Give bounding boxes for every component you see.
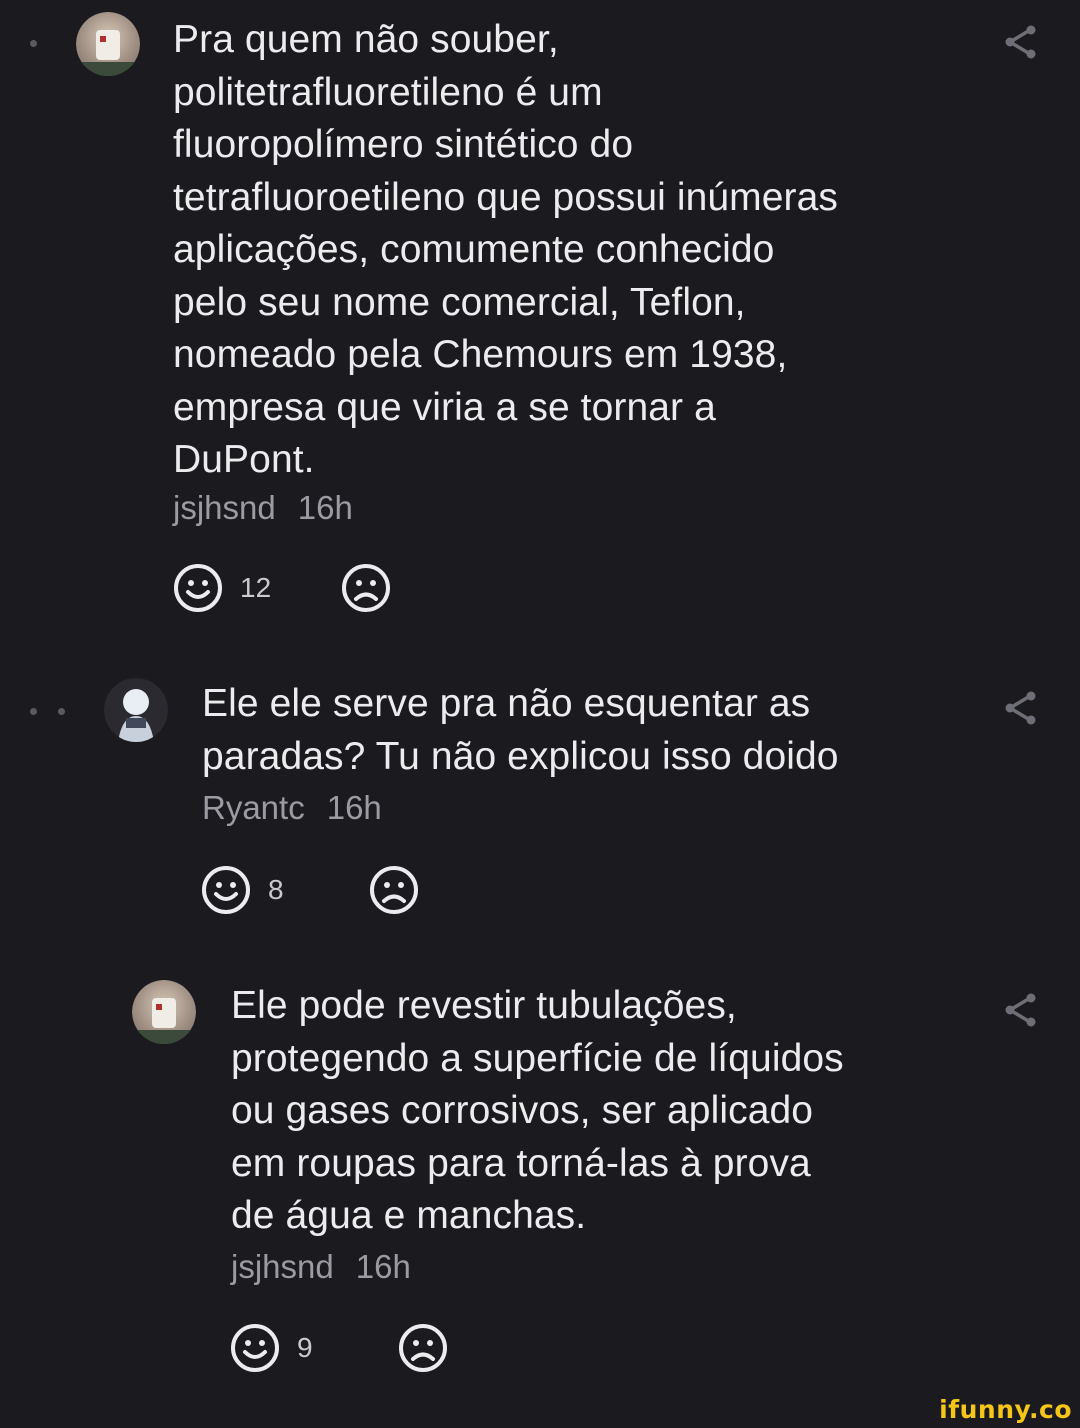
like-reaction[interactable]: 9 [229,1322,449,1374]
share-icon[interactable] [1001,990,1041,1030]
comments-screen: Pra quem não souber, politetrafluoretile… [0,0,1080,1428]
frown-icon[interactable] [340,562,392,614]
frown-icon[interactable] [368,864,420,916]
like-reaction[interactable]: 12 [172,562,392,614]
ifunny-watermark: ifunny.co [939,1395,1072,1424]
avatar-icon [104,678,168,742]
share-icon[interactable] [1001,22,1041,62]
comment-text: Ele ele serve pra não esquentar as parad… [202,682,839,778]
comment-meta: jsjhsnd 16h [173,488,353,528]
timestamp: 16h [326,789,382,826]
share-icon[interactable] [1001,688,1041,728]
username[interactable]: jsjhsnd [173,489,276,526]
timestamp: 16h [355,1248,411,1285]
avatar-icon [76,12,140,76]
like-reaction[interactable]: 8 [200,864,420,916]
thread-indicator-dot [30,708,37,715]
avatar[interactable] [104,678,168,742]
smile-icon[interactable] [200,864,252,916]
comment-meta: jsjhsnd 16h [231,1247,411,1287]
thread-indicator-dot [58,708,65,715]
username[interactable]: jsjhsnd [231,1248,334,1285]
smile-icon[interactable] [172,562,224,614]
like-count: 12 [240,572,272,603]
comment-meta: Ryantc 16h [202,788,382,828]
comment-text: Pra quem não souber, politetrafluoretile… [173,18,839,481]
username[interactable]: Ryantc [202,789,305,826]
like-count: 8 [268,874,284,905]
avatar[interactable] [132,980,196,1044]
avatar-icon [132,980,196,1044]
frown-icon[interactable] [397,1322,449,1374]
like-count: 9 [297,1332,313,1363]
smile-icon[interactable] [229,1322,281,1374]
avatar[interactable] [76,12,140,76]
comment-text: Ele pode revestir tubulações, protegendo… [231,984,844,1237]
timestamp: 16h [297,489,353,526]
thread-indicator-dot [30,40,37,47]
